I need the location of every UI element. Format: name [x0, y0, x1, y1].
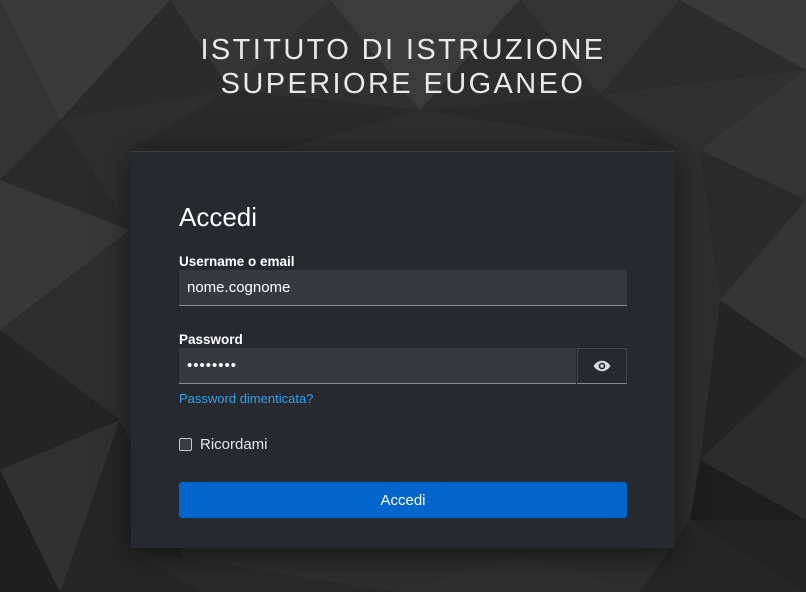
realm-title: ISTITUTO DI ISTRUZIONE SUPERIORE EUGANEO — [0, 33, 806, 101]
login-card: Accedi Username o email Password Passwor… — [131, 151, 675, 548]
username-input[interactable] — [179, 270, 627, 306]
remember-me[interactable]: Ricordami — [179, 436, 268, 453]
login-submit-button[interactable]: Accedi — [179, 482, 627, 518]
remember-me-label[interactable]: Ricordami — [200, 436, 268, 453]
username-label: Username o email — [179, 254, 295, 269]
show-password-button[interactable] — [577, 348, 627, 384]
login-heading: Accedi — [179, 202, 258, 232]
remember-me-checkbox[interactable] — [179, 438, 192, 451]
realm-title-line-1: ISTITUTO DI ISTRUZIONE — [200, 34, 606, 66]
realm-title-line-2: SUPERIORE EUGANEO — [220, 68, 586, 100]
eye-icon — [593, 360, 611, 372]
forgot-password-link[interactable]: Password dimenticata? — [179, 391, 313, 406]
password-input[interactable] — [179, 348, 576, 384]
password-label: Password — [179, 332, 243, 347]
